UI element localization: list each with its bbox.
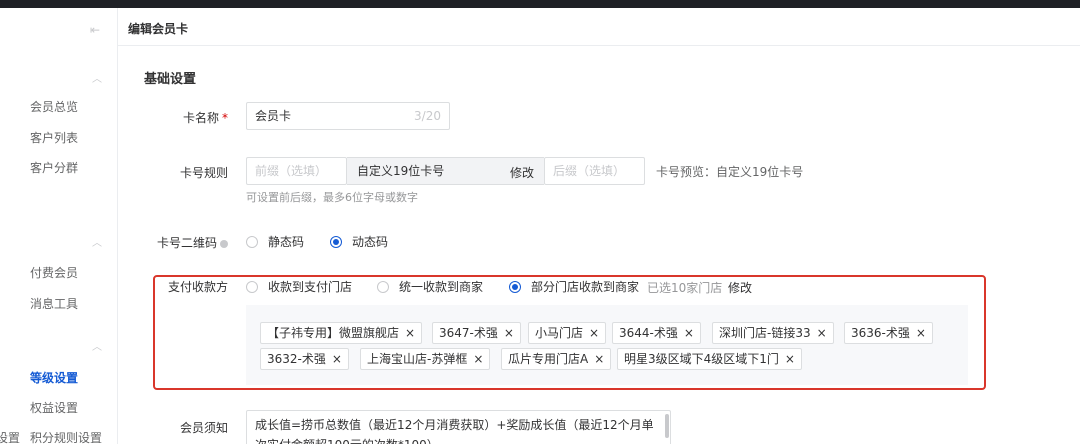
sidebar-item-level-settings[interactable]: 等级设置 (30, 369, 78, 386)
member-notice-label: 会员须知 (179, 421, 228, 435)
member-notice-textarea[interactable]: 成长值=捞币总数值（最近12个月消费获取）+奖励成长值（最近12个月单次实付金额… (246, 410, 671, 444)
chevron-up-icon[interactable]: ︿ (92, 338, 102, 353)
scrollbar[interactable] (665, 414, 669, 438)
char-counter: 3/20 (414, 109, 441, 123)
page-title: 编辑会员卡 (128, 22, 189, 36)
chevron-up-icon[interactable]: ︿ (92, 70, 102, 85)
info-icon (220, 239, 228, 248)
top-bar (0, 0, 1080, 8)
sidebar-item-message-tools[interactable]: 消息工具 (30, 295, 78, 312)
card-name-label: 卡名称 * (182, 111, 228, 125)
section-title: 基础设置 (144, 72, 197, 87)
card-number-preview: 卡号预览：自定义19位卡号 (656, 165, 804, 179)
required-mark: * (222, 111, 228, 125)
card-number-hint: 可设置前后缀，最多6位字母或数字 (246, 191, 418, 204)
collapse-sidebar-icon[interactable]: ⇤ (90, 23, 100, 37)
highlight-box (153, 275, 986, 390)
prefix-input[interactable]: 前缀（选填） (246, 157, 347, 185)
suffix-input[interactable]: 后缀（选填） (544, 157, 645, 185)
sidebar-item-benefit-settings[interactable]: 权益设置 (30, 399, 78, 416)
sidebar: ⇤ ︿ 会员总览 客户列表 客户分群 ︿ 付费会员 消息工具 ︿ 等级设置 权益… (0, 8, 118, 444)
divider (118, 45, 1080, 46)
sidebar-item-points-rules[interactable]: 积分规则设置 (30, 429, 102, 444)
sidebar-item-customer-list[interactable]: 客户列表 (30, 129, 78, 146)
card-number-rule-label: 卡号规则 (179, 166, 228, 180)
radio-checked-icon (330, 235, 342, 248)
sidebar-item-paid-member[interactable]: 付费会员 (30, 264, 78, 281)
radio-static-code[interactable]: 静态码 (246, 233, 304, 250)
qr-code-label: 卡号二维码 (157, 234, 228, 251)
chevron-up-icon[interactable]: ︿ (92, 234, 102, 249)
radio-dynamic-code[interactable]: 动态码 (330, 233, 388, 250)
main-content: 编辑会员卡 基础设置 卡名称 * 会员卡 3/20 卡号规则 前缀（选填） 自定义… (118, 8, 1080, 444)
sidebar-item-partial[interactable]: 设置 (0, 429, 20, 444)
radio-icon (246, 235, 258, 248)
sidebar-item-member-overview[interactable]: 会员总览 (30, 98, 78, 115)
edit-card-number-link[interactable]: 修改 (510, 164, 534, 181)
card-name-input[interactable]: 会员卡 3/20 (246, 102, 450, 130)
sidebar-item-customer-group[interactable]: 客户分群 (30, 159, 78, 176)
